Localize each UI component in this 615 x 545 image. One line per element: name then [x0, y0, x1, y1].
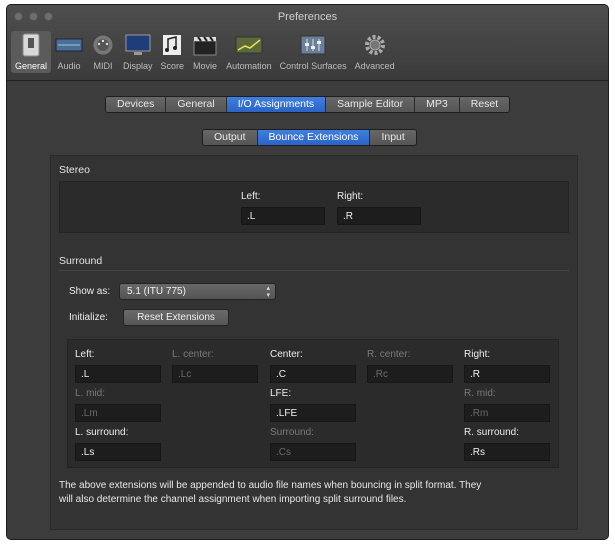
toolbar-item-score[interactable]: Score — [157, 31, 189, 73]
show-as-label: Show as: — [69, 286, 111, 297]
tab-devices[interactable]: Devices — [106, 97, 167, 112]
toolbar-item-movie[interactable]: Movie — [188, 31, 222, 73]
preferences-content: Devices General I/O Assignments Sample E… — [7, 82, 608, 539]
window-title: Preferences — [277, 11, 338, 23]
control-surface-icon — [299, 31, 327, 59]
surround-channel-label: Surround: — [270, 427, 314, 438]
tab-sample-editor[interactable]: Sample Editor — [326, 97, 416, 112]
tab-general[interactable]: General — [166, 97, 227, 112]
stereo-left-label: Left: — [241, 191, 261, 202]
score-notes-icon — [161, 31, 183, 59]
tab-io-assignments[interactable]: I/O Assignments — [226, 97, 327, 112]
toolbar-item-general[interactable]: General — [11, 31, 52, 73]
l-surround-field[interactable]: .Ls — [75, 443, 161, 461]
toolbar-item-control-surfaces[interactable]: Control Surfaces — [276, 31, 351, 73]
l-mid-label: L. mid: — [75, 388, 106, 399]
surround-divider — [59, 270, 569, 271]
toolbar-item-audio[interactable]: Audio — [51, 31, 87, 73]
bounce-extensions-panel: Stereo Left: .L Right: .R Surround Show … — [50, 155, 578, 530]
preferences-toolbar: General Audio MIDI Display Score Movie A… — [11, 31, 399, 73]
center-channel-label: Center: — [270, 349, 303, 360]
toolbar-item-automation[interactable]: Automation — [222, 31, 276, 73]
main-tab-bar: Devices General I/O Assignments Sample E… — [105, 96, 511, 113]
left-channel-label: Left: — [75, 349, 95, 360]
r-center-field[interactable]: .Rc — [367, 365, 453, 383]
l-mid-field[interactable]: .Lm — [75, 404, 161, 422]
display-monitor-icon — [124, 31, 152, 59]
l-surround-label: L. surround: — [75, 427, 129, 438]
left-channel-field[interactable]: .L — [75, 365, 161, 383]
r-surround-field[interactable]: .Rs — [464, 443, 550, 461]
stereo-right-field[interactable]: .R — [337, 207, 421, 225]
r-surround-label: R. surround: — [464, 427, 520, 438]
toolbar-item-midi[interactable]: MIDI — [87, 31, 119, 73]
stereo-section-title: Stereo — [59, 164, 90, 176]
preferences-window: Preferences General Audio MIDI Display S… — [6, 4, 609, 540]
advanced-gear-icon — [363, 31, 387, 59]
general-switch-icon — [20, 31, 42, 59]
lfe-field[interactable]: .LFE — [270, 404, 356, 422]
stereo-left-field[interactable]: .L — [241, 207, 325, 225]
center-channel-field[interactable]: .C — [270, 365, 356, 383]
surround-channel-field[interactable]: .Cs — [270, 443, 356, 461]
stereo-right-label: Right: — [337, 191, 364, 202]
tab-reset[interactable]: Reset — [459, 97, 510, 112]
initialize-label: Initialize: — [69, 312, 108, 323]
sub-tab-bar: Output Bounce Extensions Input — [202, 129, 417, 146]
r-mid-label: R. mid: — [464, 388, 496, 399]
note-line-1: The above extensions will be appended to… — [59, 480, 482, 491]
r-mid-field[interactable]: .Rm — [464, 404, 550, 422]
l-center-field[interactable]: .Lc — [172, 365, 258, 383]
extensions-note: The above extensions will be appended to… — [59, 479, 571, 507]
surround-section-title: Surround — [59, 255, 103, 267]
right-channel-label: Right: — [464, 349, 491, 360]
title-bar: Preferences General Audio MIDI Display S… — [7, 5, 608, 81]
tab-mp3[interactable]: MP3 — [415, 97, 460, 112]
popup-arrows-icon: ▴ ▾ — [266, 285, 270, 299]
show-as-popup[interactable]: 5.1 (ITU 775) ▴ ▾ — [119, 283, 276, 300]
l-center-label: L. center: — [172, 349, 214, 360]
subtab-output[interactable]: Output — [203, 130, 258, 145]
toolbar-item-advanced[interactable]: Advanced — [351, 31, 399, 73]
lfe-label: LFE: — [270, 388, 292, 399]
automation-curve-icon — [235, 31, 263, 59]
show-as-value: 5.1 (ITU 775) — [127, 286, 186, 297]
midi-connector-icon — [91, 31, 115, 59]
right-channel-field[interactable]: .R — [464, 365, 550, 383]
movie-clapper-icon — [192, 31, 218, 59]
subtab-bounce-extensions[interactable]: Bounce Extensions — [257, 130, 371, 145]
note-line-2: will also determine the channel assignme… — [59, 494, 407, 505]
r-center-label: R. center: — [367, 349, 411, 360]
reset-extensions-button[interactable]: Reset Extensions — [123, 309, 229, 326]
subtab-input[interactable]: Input — [370, 130, 416, 145]
toolbar-item-display[interactable]: Display — [119, 31, 157, 73]
audio-interface-icon — [55, 31, 83, 59]
